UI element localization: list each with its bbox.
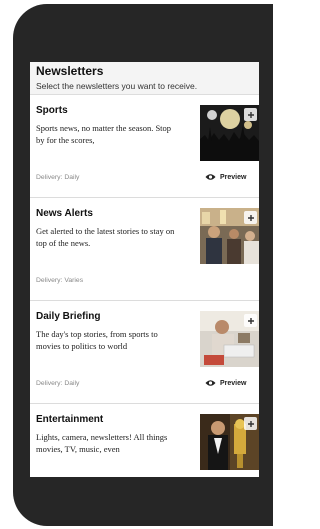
newsletter-description: The day's top stories, from sports to mo…	[36, 329, 158, 351]
delivery-frequency: Delivery: Varies	[36, 277, 84, 284]
newsletter-screen: Newsletters Select the newsletters you w…	[30, 62, 259, 477]
newsletter-card-entertainment[interactable]: Entertainment Lights, camera, newsletter…	[30, 404, 259, 477]
daily-briefing-thumbnail	[200, 311, 259, 367]
preview-button[interactable]: Preview	[205, 171, 246, 183]
delivery-frequency: Delivery: Daily	[36, 174, 80, 181]
entertainment-thumbnail	[200, 414, 259, 470]
newsletter-description: Get alerted to the latest stories to sta…	[36, 226, 175, 248]
newsletter-card-daily-briefing[interactable]: Daily Briefing The day's top stories, fr…	[30, 301, 259, 404]
preview-label: Preview	[220, 379, 247, 387]
plus-icon	[247, 111, 254, 118]
eye-icon	[205, 174, 216, 180]
add-entertainment-button[interactable]	[244, 417, 257, 430]
news-alerts-thumbnail	[200, 208, 259, 264]
newsletter-title: Entertainment	[36, 414, 104, 425]
plus-icon	[247, 317, 254, 324]
plus-icon	[247, 420, 254, 427]
delivery-frequency: Delivery: Daily	[36, 380, 80, 387]
newsletter-title: Daily Briefing	[36, 311, 101, 322]
page-subtitle: Select the newsletters you want to recei…	[36, 81, 198, 91]
eye-icon	[205, 380, 216, 386]
newsletter-card-news-alerts[interactable]: News Alerts Get alerted to the latest st…	[30, 198, 259, 301]
plus-icon	[247, 214, 254, 221]
newsletter-description: Sports news, no matter the season. Stop …	[36, 123, 172, 145]
newsletter-description: Lights, camera, newsletters! All things …	[36, 432, 168, 454]
newsletter-title: Sports	[36, 105, 68, 116]
add-daily-briefing-button[interactable]	[244, 314, 257, 327]
screen-bottom-edge	[30, 477, 259, 480]
add-sports-button[interactable]	[244, 108, 257, 121]
newsletter-title: News Alerts	[36, 208, 93, 219]
preview-button[interactable]: Preview	[205, 377, 246, 389]
preview-label: Preview	[220, 173, 247, 181]
page-header: Newsletters Select the newsletters you w…	[30, 62, 259, 95]
add-news-alerts-button[interactable]	[244, 211, 257, 224]
sports-thumbnail	[200, 105, 259, 161]
newsletter-card-sports[interactable]: Sports Sports news, no matter the season…	[30, 95, 259, 198]
page-title: Newsletters	[36, 64, 104, 78]
